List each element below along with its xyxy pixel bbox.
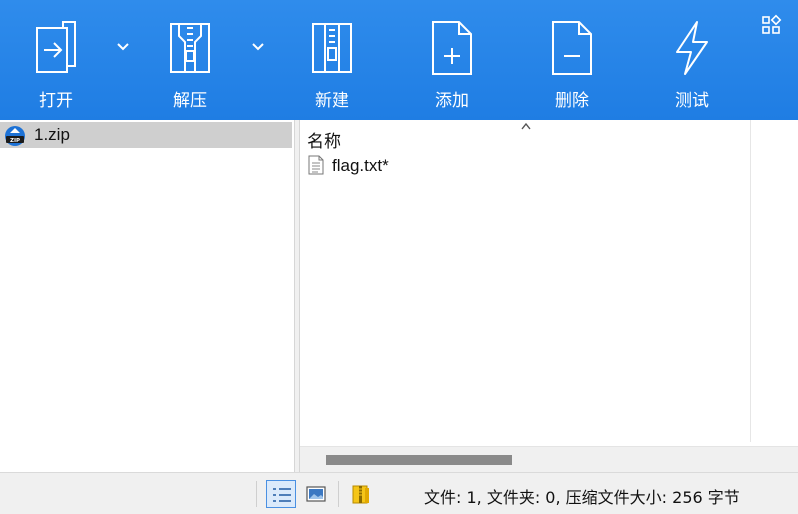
extract-dropdown-chevron-icon[interactable] — [249, 40, 267, 54]
add-label: 添加 — [435, 91, 469, 111]
new-archive-icon — [312, 23, 352, 73]
zip-icon: ZIP — [5, 126, 25, 146]
tree-item-label: 1.zip — [34, 125, 70, 144]
test-button[interactable]: 测试 — [637, 0, 747, 120]
add-button[interactable]: 添加 — [397, 0, 507, 120]
status-summary-text: 文件: 1, 文件夹: 0, 压缩文件大小: 256 字节 — [424, 488, 740, 507]
status-separator — [338, 481, 339, 507]
file-list-pane: 名称 flag.txt* — [300, 120, 798, 472]
folder-tree-pane: ZIP 1.zip — [0, 120, 295, 472]
column-header-name[interactable]: 名称 — [300, 120, 750, 152]
column-header-label: 名称 — [307, 132, 341, 152]
tree-item-archive[interactable]: ZIP 1.zip — [0, 122, 292, 148]
open-icon — [36, 21, 76, 73]
new-archive-label: 新建 — [315, 91, 349, 111]
delete-icon — [552, 21, 592, 75]
test-label: 测试 — [675, 91, 709, 111]
image-view-icon — [306, 486, 326, 502]
delete-label: 删除 — [555, 91, 589, 111]
toolbar: 打开 解压 新建 添加 删除 测试 — [0, 0, 798, 120]
horizontal-scrollbar[interactable] — [300, 446, 798, 472]
details-view-icon — [273, 488, 291, 502]
text-file-icon — [308, 155, 324, 175]
file-name: flag.txt* — [332, 156, 389, 175]
status-bar: 文件: 1, 文件夹: 0, 压缩文件大小: 256 字节 — [0, 472, 798, 514]
svg-text:ZIP: ZIP — [10, 138, 20, 144]
extract-icon — [170, 23, 210, 73]
add-icon — [432, 21, 472, 75]
archive-info-button[interactable] — [346, 480, 376, 508]
open-button[interactable]: 打开 — [1, 0, 111, 120]
thumbnail-view-button[interactable] — [301, 480, 331, 508]
archive-info-icon — [352, 485, 369, 504]
scrollbar-thumb[interactable] — [326, 455, 512, 465]
test-icon — [676, 21, 708, 75]
delete-button[interactable]: 删除 — [517, 0, 627, 120]
details-view-button[interactable] — [266, 480, 296, 508]
extract-label: 解压 — [173, 91, 207, 111]
open-dropdown-chevron-icon[interactable] — [114, 40, 132, 54]
extract-button[interactable]: 解压 — [135, 0, 245, 120]
file-row[interactable]: flag.txt* — [306, 154, 746, 178]
column-divider[interactable] — [750, 120, 751, 442]
layout-grid-icon[interactable] — [760, 14, 782, 36]
status-separator — [256, 481, 257, 507]
new-archive-button[interactable]: 新建 — [277, 0, 387, 120]
sort-ascending-icon — [521, 122, 531, 130]
open-label: 打开 — [39, 91, 73, 111]
